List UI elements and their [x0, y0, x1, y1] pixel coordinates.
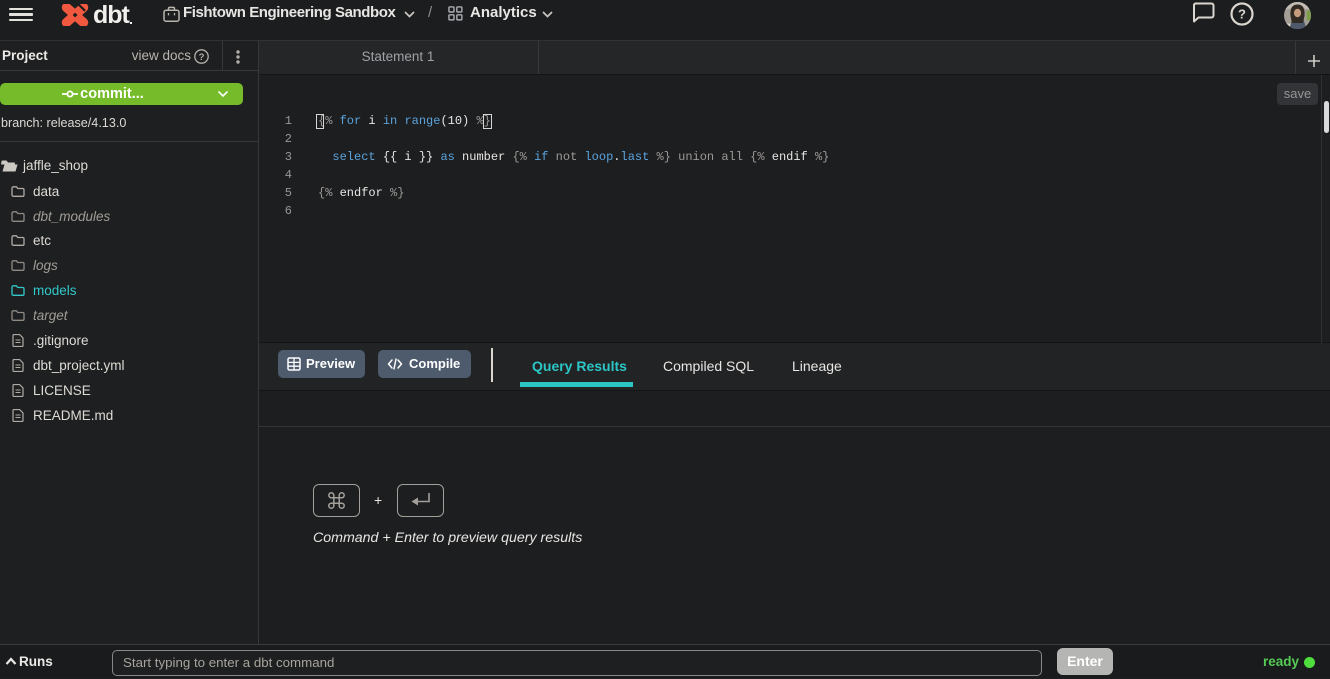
svg-text:?: ? — [1238, 7, 1246, 22]
svg-text:?: ? — [199, 52, 205, 63]
